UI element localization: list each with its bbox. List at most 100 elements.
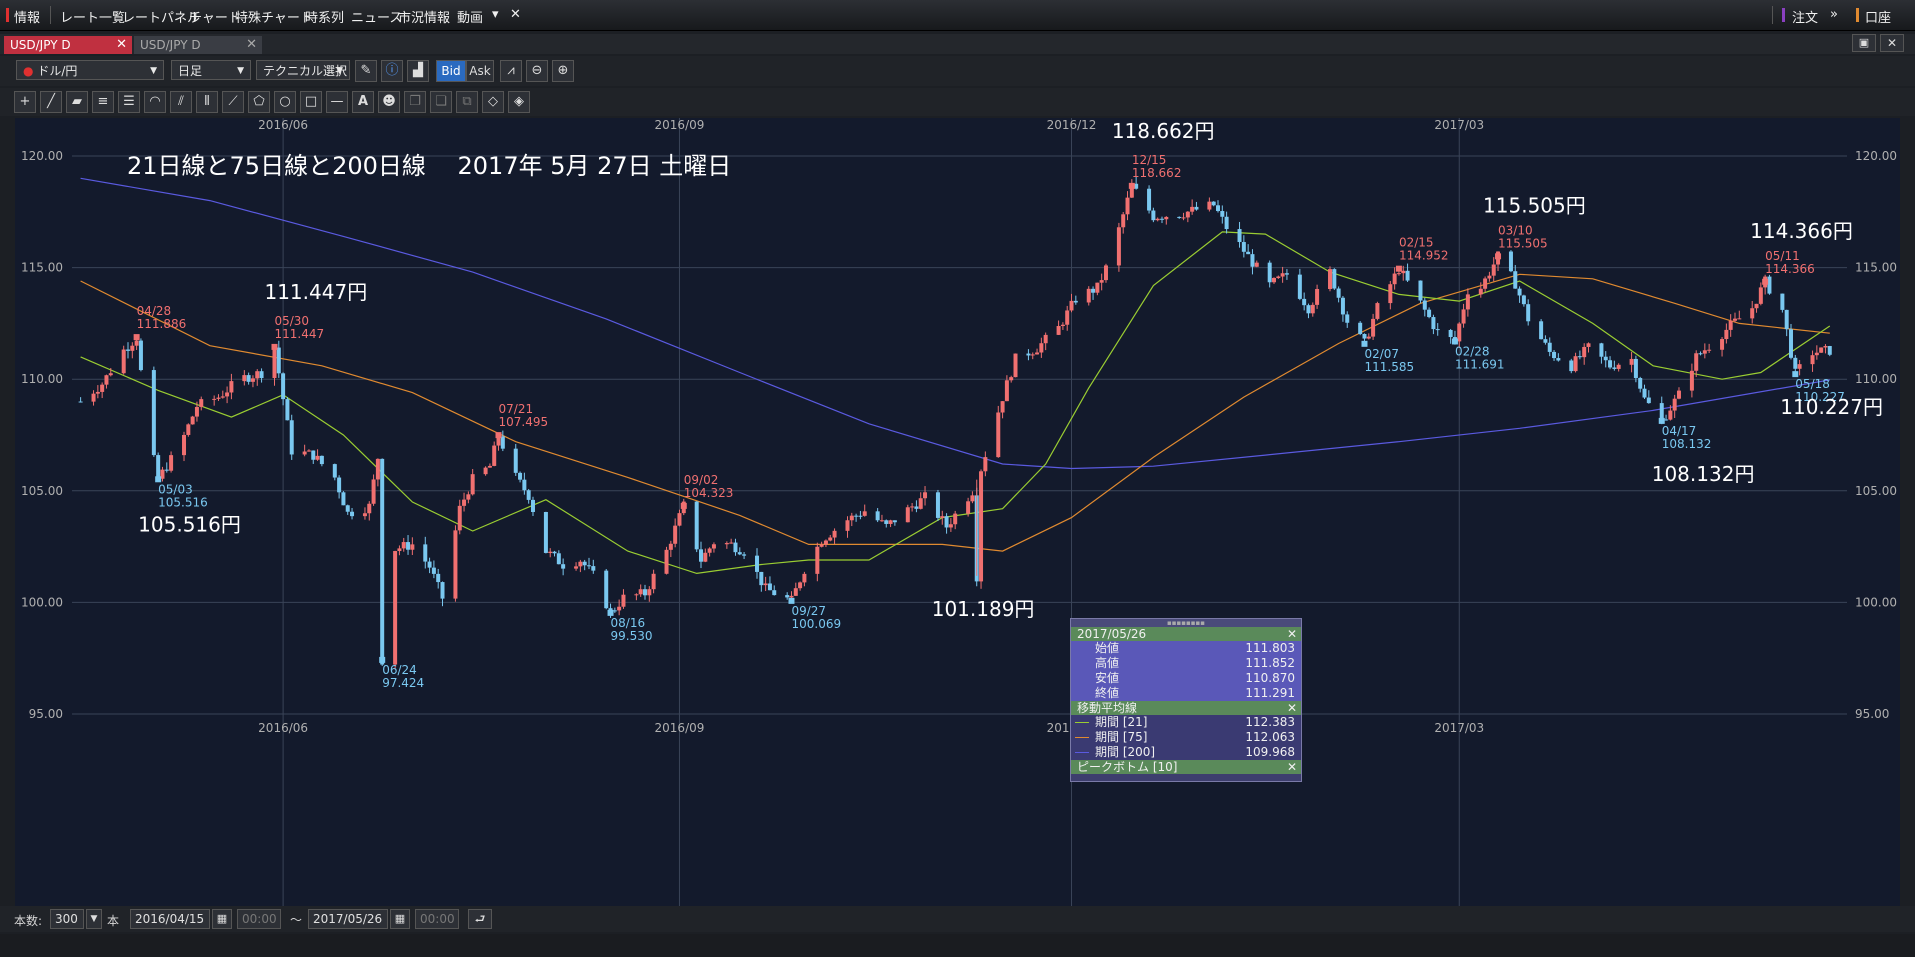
circle-icon[interactable]: ○ [274, 91, 296, 113]
compare-icon[interactable]: ⩘ [500, 60, 522, 82]
candle-body [1095, 282, 1100, 293]
menu-close-icon[interactable]: ✕ [510, 7, 521, 22]
info-icon[interactable]: ⓘ [381, 60, 403, 82]
candle-body [397, 548, 402, 552]
ohlc-label: 始値 [1095, 641, 1120, 655]
candle-body [1392, 273, 1397, 285]
calendar-icon[interactable]: ▦ [390, 909, 410, 929]
data-window-panel[interactable]: ▪▪▪▪▪▪▪▪ 2017/05/26 ✕ 始値 111.803 高値 111.85… [1070, 618, 1302, 782]
candle-body [849, 515, 854, 521]
from-time-input[interactable]: 00:00 [237, 909, 281, 929]
candle-body [1810, 355, 1815, 365]
menu-item-market-info[interactable]: 市況情報 [398, 7, 450, 26]
vertical-lines-icon[interactable]: ⦀ [196, 91, 218, 113]
to-time-input[interactable]: 00:00 [415, 909, 459, 929]
calendar-icon[interactable]: ▦ [212, 909, 232, 929]
duplicate-icon[interactable]: ⧉ [456, 91, 478, 113]
panel-ohlc-block: 始値 111.803 高値 111.852 安値 110.870 終値 111.291 [1071, 641, 1301, 701]
technical-select[interactable]: テクニカル選択 ▼ [256, 60, 350, 80]
currency-pair-select[interactable]: ● ドル/円 ▼ [16, 60, 164, 80]
tab-usdjpy-inactive[interactable]: USD/JPY D ✕ [134, 36, 262, 54]
menu-item-order[interactable]: 注文 [1792, 7, 1818, 26]
menu-item-rate-list[interactable]: レート一覧 [60, 7, 125, 26]
refresh-icon[interactable]: ⮐ [468, 909, 492, 929]
menu-dropdown-icon[interactable]: ▾ [492, 7, 499, 22]
menu-item-news[interactable]: ニュース [351, 7, 402, 26]
candle-body [1091, 288, 1096, 293]
chart-type-icon[interactable]: ▟ [407, 60, 429, 82]
bid-toggle[interactable]: Bid [436, 60, 466, 82]
panel-grip[interactable]: ▪▪▪▪▪▪▪▪ [1071, 619, 1301, 627]
paste-icon[interactable]: ❏ [430, 91, 452, 113]
window-close-icon[interactable]: ✕ [1880, 34, 1904, 52]
tab-close-icon[interactable]: ✕ [116, 36, 127, 54]
candle-body [556, 553, 561, 565]
menu-expand-icon[interactable]: » [1830, 7, 1838, 22]
candle-body [1543, 339, 1548, 343]
zoom-in-icon[interactable]: ⊕ [552, 60, 574, 82]
price-annotation: 101.189円 [932, 597, 1035, 621]
menu-item-special-chart[interactable]: 特殊チャート [235, 7, 313, 26]
emoji-icon[interactable]: ☻ [378, 91, 400, 113]
candle-body [737, 552, 742, 555]
candle-body [1478, 288, 1483, 295]
count-input[interactable]: 300 [50, 909, 84, 929]
copy-icon[interactable]: ❐ [404, 91, 426, 113]
candle-body [755, 555, 760, 572]
peak-label-value: 111.585 [1364, 360, 1414, 374]
candle-body [1539, 321, 1544, 340]
ruler-icon[interactable]: ▰ [66, 91, 88, 113]
arc-icon[interactable]: ◠ [144, 91, 166, 113]
candle-body [513, 448, 518, 473]
candle-body [229, 381, 234, 393]
fan-icon[interactable]: ⫽ [170, 91, 192, 113]
menu-item-timeseries[interactable]: 時系列 [305, 7, 344, 26]
ask-toggle[interactable]: Ask [466, 60, 494, 82]
tab-close-icon[interactable]: ✕ [246, 36, 257, 54]
fibonacci-icon[interactable]: ☰ [118, 91, 140, 113]
maximize-icon[interactable]: ▣ [1852, 34, 1876, 52]
candle-body [1332, 269, 1337, 289]
peak-label-date: 02/28 [1455, 344, 1490, 358]
menu-item-info[interactable]: 情報 [14, 7, 40, 26]
zoom-out-icon[interactable]: ⊖ [526, 60, 548, 82]
candle-body [1513, 271, 1518, 289]
from-date-input[interactable]: 2016/04/15 [130, 909, 210, 929]
candle-body [194, 406, 199, 417]
count-dropdown-icon[interactable]: ▼ [86, 909, 102, 929]
pen-icon[interactable]: ✎ [355, 60, 377, 82]
period-select[interactable]: 日足 ▼ [171, 60, 251, 80]
candle-body [199, 399, 204, 407]
hline-icon[interactable]: — [326, 91, 348, 113]
horizontal-lines-icon[interactable]: ≡ [92, 91, 114, 113]
text-tool-icon[interactable]: A [352, 91, 374, 113]
menu-item-account[interactable]: 口座 [1865, 7, 1891, 26]
panel-close-icon[interactable]: ✕ [1287, 760, 1297, 774]
pentagon-icon[interactable]: ⬠ [248, 91, 270, 113]
candle-body [940, 516, 945, 518]
candle-body [1220, 211, 1225, 217]
panel-close-icon[interactable]: ✕ [1287, 701, 1297, 715]
trendline-icon[interactable]: ╱ [40, 91, 62, 113]
candles [78, 176, 1832, 670]
menu-item-video[interactable]: 動画 [457, 7, 483, 26]
panel-close-icon[interactable]: ✕ [1287, 627, 1297, 641]
candle-body [1608, 360, 1613, 368]
candle-body [1676, 390, 1681, 399]
count-label: 本数: [14, 914, 43, 928]
candle-body [767, 583, 772, 591]
crosshair-icon[interactable]: + [14, 91, 36, 113]
candle-body [375, 458, 380, 480]
candle-body [1642, 388, 1647, 398]
menu-item-chart[interactable]: チャート [189, 7, 241, 26]
candle-body [1121, 214, 1126, 228]
eraser-icon[interactable]: ◇ [482, 91, 504, 113]
candle-body [1827, 346, 1832, 355]
candle-body [1254, 262, 1259, 267]
eraser-all-icon[interactable]: ◈ [508, 91, 530, 113]
pitchfork-icon[interactable]: ⟋ [222, 91, 244, 113]
to-date-input[interactable]: 2017/05/26 [308, 909, 388, 929]
tab-usdjpy-active[interactable]: USD/JPY D ✕ [4, 36, 132, 54]
price-chart[interactable]: 95.00 95.00 100.00 100.00 105.00 105.00 110.00… [15, 118, 1900, 906]
rectangle-icon[interactable]: □ [300, 91, 322, 113]
